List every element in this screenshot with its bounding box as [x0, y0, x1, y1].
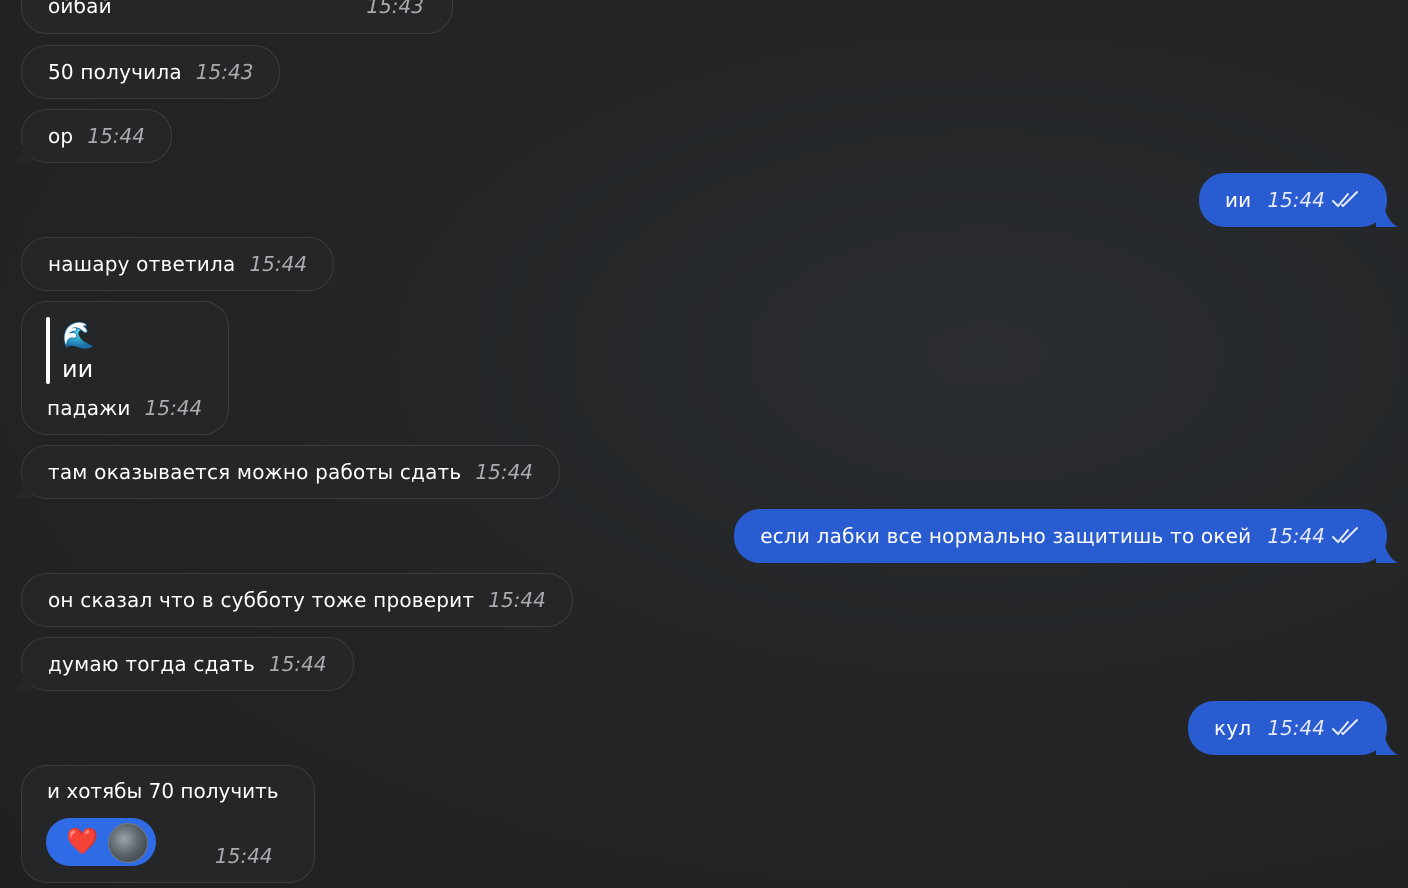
reply-quote-text: ии: [62, 355, 94, 383]
bubble-tail: [1376, 731, 1398, 755]
message-text: 50 получила: [48, 60, 182, 84]
message-time: 15:44: [1267, 716, 1325, 740]
message-outgoing[interactable]: если лабки все нормально защитишь то оке…: [734, 509, 1387, 563]
message-time: 15:44: [87, 124, 145, 148]
message-outgoing[interactable]: ии 15:44: [1198, 173, 1387, 227]
reaction-pill[interactable]: ❤️: [46, 818, 156, 866]
message-text: ор: [48, 124, 74, 148]
message-text: думаю тогда сдать: [48, 652, 255, 676]
message-incoming[interactable]: ойбай 15:43: [21, 0, 453, 34]
reply-quote[interactable]: 🌊 ии: [62, 320, 94, 384]
message-time: 15:44: [144, 396, 203, 420]
message-incoming-reply[interactable]: 🌊 ии падажи 15:44: [21, 301, 229, 435]
message-text: ойбай: [48, 0, 112, 18]
reactor-avatar: [108, 823, 148, 863]
message-incoming[interactable]: он сказал что в субботу тоже проверит 15…: [21, 573, 573, 627]
message-time: 15:44: [488, 588, 546, 612]
double-check-icon: [1332, 527, 1358, 544]
message-time: 15:44: [268, 652, 327, 676]
double-check-icon: [1332, 719, 1358, 736]
bubble-tail: [1376, 203, 1398, 227]
message-text: падажи: [47, 396, 131, 420]
double-check-icon: [1332, 191, 1358, 208]
message-outgoing[interactable]: кул 15:44: [1188, 701, 1387, 755]
message-text: он сказал что в субботу тоже проверит: [48, 588, 475, 612]
message-text: там оказывается можно работы сдать: [48, 460, 462, 484]
bubble-tail: [10, 668, 32, 690]
bubble-tail: [1376, 539, 1398, 563]
message-time: 15:44: [215, 844, 273, 868]
message-text: ии: [1224, 188, 1252, 212]
bubble-tail: [10, 476, 32, 498]
message-text: и хотябы 70 получить: [47, 779, 279, 803]
message-text: нашару ответила: [48, 252, 236, 276]
heart-reaction-icon: ❤️: [66, 827, 99, 857]
message-incoming[interactable]: там оказывается можно работы сдать 15:44: [21, 445, 561, 499]
message-incoming-with-reaction[interactable]: и хотябы 70 получить ❤️ 15:44: [21, 765, 315, 883]
message-incoming[interactable]: 50 получила 15:43: [21, 45, 281, 99]
message-time: 15:44: [1267, 188, 1325, 212]
message-time: 15:43: [366, 0, 424, 18]
message-incoming[interactable]: думаю тогда сдать 15:44: [21, 637, 354, 691]
bubble-tail: [10, 140, 32, 162]
message-incoming[interactable]: нашару ответила 15:44: [21, 237, 335, 291]
message-time: 15:44: [249, 252, 308, 276]
message-time: 15:43: [195, 60, 254, 84]
message-incoming[interactable]: ор 15:44: [21, 109, 172, 163]
message-time: 15:44: [475, 460, 534, 484]
reply-quote-bar: [46, 317, 50, 384]
message-text: если лабки все нормально защитишь то оке…: [760, 524, 1252, 548]
message-text: кул: [1214, 716, 1252, 740]
message-time: 15:44: [1267, 524, 1325, 548]
wave-emoji: 🌊: [62, 321, 95, 351]
